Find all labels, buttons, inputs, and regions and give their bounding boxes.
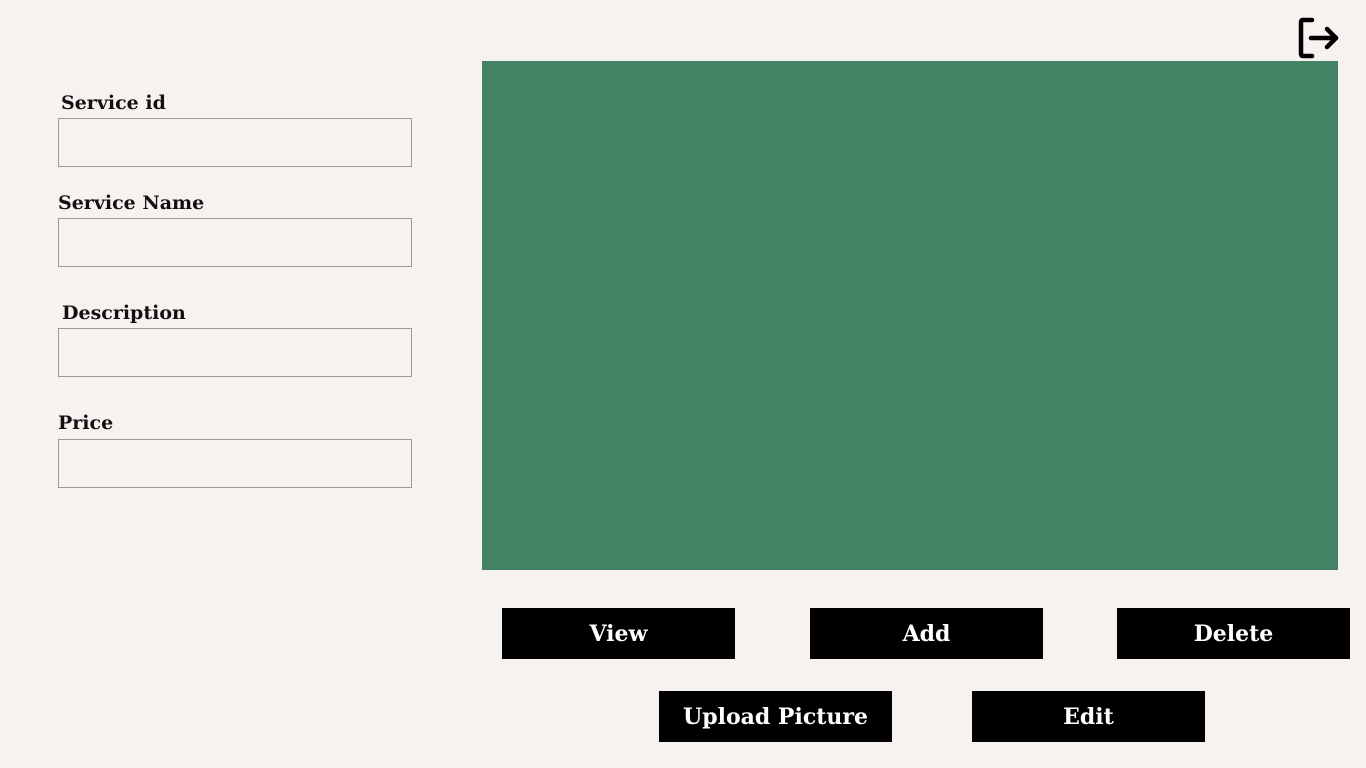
description-label: Description	[62, 302, 186, 324]
service-id-input[interactable]	[58, 118, 412, 167]
service-name-input[interactable]	[58, 218, 412, 267]
service-preview-panel	[482, 61, 1338, 570]
view-button[interactable]: View	[502, 608, 735, 659]
service-name-label: Service Name	[58, 192, 205, 214]
price-input[interactable]	[58, 439, 412, 488]
service-id-label: Service id	[61, 92, 166, 114]
price-label: Price	[58, 412, 114, 434]
edit-button[interactable]: Edit	[972, 691, 1205, 742]
logout-button[interactable]	[1297, 16, 1341, 60]
delete-button[interactable]: Delete	[1117, 608, 1350, 659]
description-input[interactable]	[58, 328, 412, 377]
add-button[interactable]: Add	[810, 608, 1043, 659]
upload-picture-button[interactable]: Upload Picture	[659, 691, 892, 742]
logout-icon	[1298, 17, 1339, 59]
